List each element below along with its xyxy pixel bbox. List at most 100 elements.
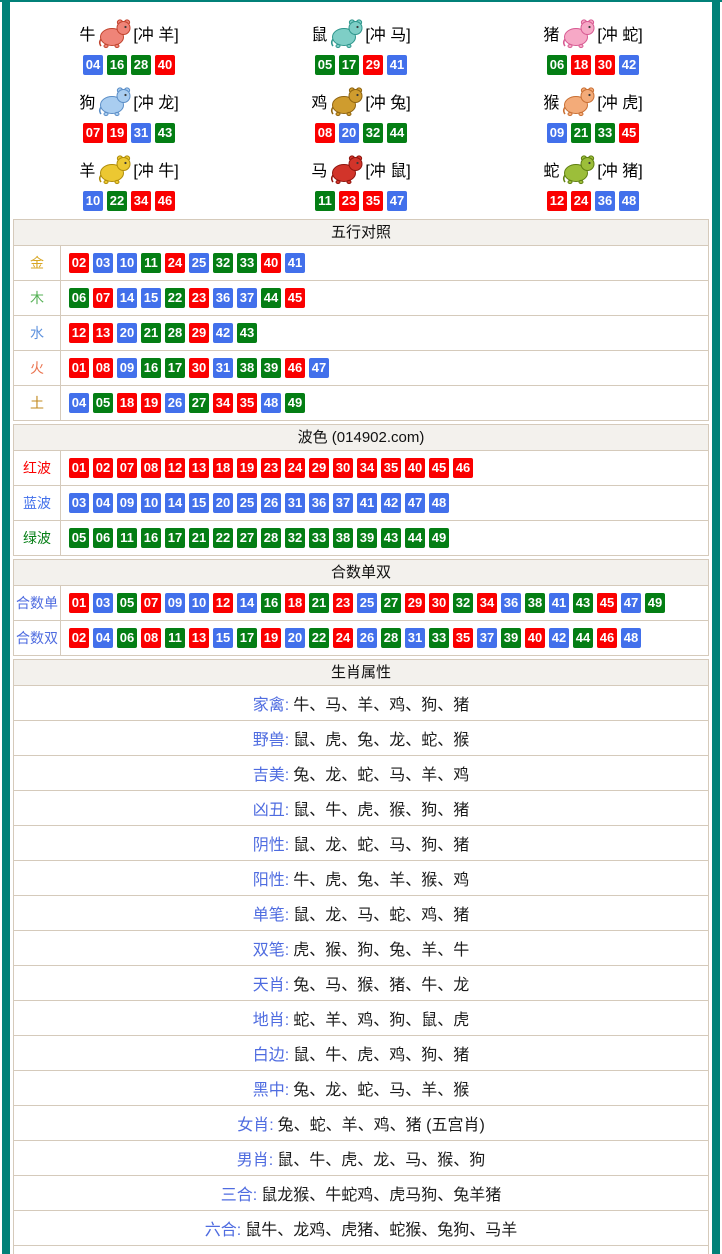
attribute-row: 三合:鼠龙猴、牛蛇鸡、虎马狗、兔羊猪 <box>13 1176 709 1211</box>
number-ball: 20 <box>285 628 305 648</box>
number-ball: 01 <box>69 458 89 478</box>
row-label: 绿波 <box>14 521 61 555</box>
number-ball: 16 <box>141 358 161 378</box>
number-ball: 04 <box>83 55 103 75</box>
number-ball: 47 <box>309 358 329 378</box>
row-numbers: 0204060811131517192022242628313335373940… <box>61 621 641 655</box>
zodiac-clash: [冲 龙] <box>133 89 178 113</box>
attribute-row: 单笔:鼠、龙、马、蛇、鸡、猪 <box>13 896 709 931</box>
number-ball: 23 <box>189 288 209 308</box>
number-ball: 02 <box>69 253 89 273</box>
content: 牛[冲 羊]04162840鼠[冲 马]05172941猪[冲 蛇]061830… <box>13 4 709 1254</box>
zodiac-name: 猴 <box>543 89 559 113</box>
number-ball: 34 <box>477 593 497 613</box>
number-ball: 26 <box>261 493 281 513</box>
wuxing-header: 五行对照 <box>13 219 709 246</box>
row-label: 红波 <box>14 451 61 485</box>
shengxiao-rows: 家禽:牛、马、羊、鸡、狗、猪野兽:鼠、虎、兔、龙、蛇、猴吉美:兔、龙、蛇、马、羊… <box>13 686 709 1246</box>
number-ball: 13 <box>189 458 209 478</box>
number-ball: 02 <box>69 628 89 648</box>
number-ball: 47 <box>387 191 407 211</box>
number-ball: 42 <box>619 55 639 75</box>
number-ball: 17 <box>165 358 185 378</box>
heshu-header: 合数单双 <box>13 559 709 586</box>
right-frame-bar <box>712 2 720 1254</box>
zodiac-numbers: 07193143 <box>83 123 175 143</box>
row-numbers: 0108091617303138394647 <box>61 351 329 385</box>
row-numbers: 1213202128294243 <box>61 316 257 350</box>
wuxing-row: 土04051819262734354849 <box>13 386 709 421</box>
zodiac-title: 猴[冲 虎] <box>543 81 642 121</box>
number-ball: 21 <box>189 528 209 548</box>
attribute-row: 六合:鼠牛、龙鸡、虎猪、蛇猴、兔狗、马羊 <box>13 1211 709 1246</box>
number-ball: 41 <box>357 493 377 513</box>
number-ball: 33 <box>237 253 257 273</box>
number-ball: 39 <box>261 358 281 378</box>
number-ball: 31 <box>285 493 305 513</box>
row-numbers: 05061116172122272832333839434449 <box>61 521 449 555</box>
attribute-value: 鼠、龙、马、蛇、鸡、猪 <box>293 901 469 925</box>
attribute-label: 女肖: <box>237 1111 273 1135</box>
attribute-label: 凶丑: <box>253 796 289 820</box>
number-ball: 26 <box>165 393 185 413</box>
number-ball: 32 <box>285 528 305 548</box>
attribute-label: 地肖: <box>253 1006 289 1030</box>
attribute-row: 地肖:蛇、羊、鸡、狗、鼠、虎 <box>13 1001 709 1036</box>
attribute-value: 鼠龙猴、牛蛇鸡、虎马狗、兔羊猪 <box>261 1181 501 1205</box>
snake-icon <box>561 153 595 185</box>
number-ball: 34 <box>213 393 233 413</box>
number-ball: 40 <box>261 253 281 273</box>
number-ball: 15 <box>189 493 209 513</box>
left-frame-bar <box>2 2 10 1254</box>
attribute-row: 阴性:鼠、龙、蛇、马、狗、猪 <box>13 826 709 861</box>
number-ball: 33 <box>595 123 615 143</box>
number-ball: 08 <box>141 458 161 478</box>
zodiac-cell: 狗[冲 龙]07193143 <box>13 78 245 146</box>
attribute-value: 鼠、牛、虎、鸡、狗、猪 <box>293 1041 469 1065</box>
number-ball: 09 <box>547 123 567 143</box>
number-ball: 30 <box>333 458 353 478</box>
number-ball: 07 <box>83 123 103 143</box>
number-ball: 24 <box>285 458 305 478</box>
number-ball: 25 <box>237 493 257 513</box>
zodiac-title: 马[冲 鼠] <box>311 149 410 189</box>
number-ball: 45 <box>429 458 449 478</box>
attribute-label: 单笔: <box>253 901 289 925</box>
ox-icon <box>97 17 131 49</box>
attribute-label: 男肖: <box>237 1146 273 1170</box>
zodiac-cell: 猪[冲 蛇]06183042 <box>477 10 709 78</box>
number-ball: 29 <box>189 323 209 343</box>
number-ball: 29 <box>405 593 425 613</box>
number-ball: 05 <box>117 593 137 613</box>
number-ball: 21 <box>141 323 161 343</box>
monkey-icon <box>561 85 595 117</box>
attribute-label: 白边: <box>253 1041 289 1065</box>
number-ball: 28 <box>131 55 151 75</box>
number-ball: 48 <box>261 393 281 413</box>
number-ball: 03 <box>93 593 113 613</box>
number-ball: 07 <box>93 288 113 308</box>
number-ball: 14 <box>237 593 257 613</box>
number-ball: 30 <box>189 358 209 378</box>
rooster-icon <box>329 85 363 117</box>
pig-icon <box>561 17 595 49</box>
number-ball: 18 <box>571 55 591 75</box>
number-ball: 44 <box>405 528 425 548</box>
number-ball: 45 <box>597 593 617 613</box>
attribute-row: 阳性:牛、虎、兔、羊、猴、鸡 <box>13 861 709 896</box>
zodiac-title: 牛[冲 羊] <box>79 13 178 53</box>
number-ball: 37 <box>477 628 497 648</box>
zodiac-cell: 鸡[冲 兔]08203244 <box>245 78 477 146</box>
number-ball: 47 <box>621 593 641 613</box>
number-ball: 17 <box>339 55 359 75</box>
number-ball: 37 <box>237 288 257 308</box>
attribute-label: 三合: <box>221 1181 257 1205</box>
row-label: 合数单 <box>14 586 61 620</box>
zodiac-cell: 蛇[冲 猪]12243648 <box>477 146 709 214</box>
attribute-value: 鼠牛、龙鸡、虎猪、蛇猴、兔狗、马羊 <box>245 1216 517 1240</box>
number-ball: 35 <box>381 458 401 478</box>
zodiac-clash: [冲 兔] <box>365 89 410 113</box>
number-ball: 27 <box>189 393 209 413</box>
number-ball: 39 <box>357 528 377 548</box>
number-ball: 04 <box>93 493 113 513</box>
